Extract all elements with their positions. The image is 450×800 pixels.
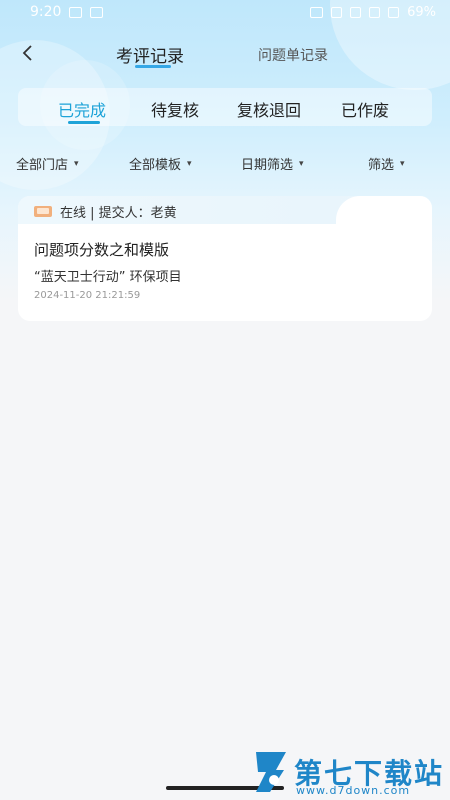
filter-more-dropdown[interactable]: 筛选 ▾ [368,154,405,173]
chevron-down-icon: ▾ [187,158,192,169]
segment-review-returned[interactable]: 复核退回 [237,97,301,121]
filter-store-dropdown[interactable]: 全部门店 ▾ [16,154,79,173]
active-tab-underline [135,65,171,68]
no-sim-icon [369,6,381,18]
filter-label: 全部门店 [16,158,69,173]
vibrate-icon [331,6,343,18]
segment-pending-review[interactable]: 待复核 [151,97,199,121]
envelope-icon [34,206,52,217]
watermark-logo-icon [256,752,286,792]
status-time: 9:20 [30,4,62,20]
record-card[interactable]: 在线 | 提交人：老黄 问题项分数之和模版 “蓝天卫士行动” 环保项目 2024… [18,196,432,321]
chevron-left-icon [22,45,32,61]
active-segment-indicator [68,121,100,124]
nav-bar: 考评记录 问题单记录 [0,34,450,74]
battery-percent: 69% [407,4,436,20]
record-date: 2024-11-20 21:21:59 [34,290,141,301]
card-header-row: 在线 | 提交人：老黄 [34,202,177,221]
filter-date-dropdown[interactable]: 日期筛选 ▾ [241,154,304,173]
record-project: “蓝天卫士行动” 环保项目 [34,270,182,285]
chevron-down-icon: ▾ [299,158,304,169]
wifi-icon [350,6,362,18]
filter-label: 筛选 [368,158,395,173]
gallery-icon [90,6,104,18]
back-button[interactable] [16,40,40,66]
segment-voided[interactable]: 已作废 [341,97,389,121]
tab-issue-records[interactable]: 问题单记录 [258,45,328,65]
hd-icon [310,6,324,18]
filter-row: 全部门店 ▾ 全部模板 ▾ 日期筛选 ▾ 筛选 ▾ [0,150,450,176]
battery-icon [388,6,400,18]
status-bar: 9:20 69% [0,0,450,24]
filter-label: 日期筛选 [241,158,294,173]
chevron-down-icon: ▾ [400,158,405,169]
record-title: 问题项分数之和模版 [34,241,170,259]
watermark-url: www.d7down.com [296,784,411,797]
record-submitter: 在线 | 提交人：老黄 [60,206,177,221]
notification-icon [69,6,83,18]
tab-evaluation-records[interactable]: 考评记录 [116,42,184,67]
card-header-notch [336,196,432,224]
status-segments: 已完成 待复核 复核退回 已作废 [18,88,432,126]
watermark: 第七下载站 www.d7down.com [252,748,448,800]
filter-label: 全部模板 [129,158,182,173]
chevron-down-icon: ▾ [74,158,79,169]
segment-completed[interactable]: 已完成 [58,97,106,121]
filter-template-dropdown[interactable]: 全部模板 ▾ [129,154,192,173]
